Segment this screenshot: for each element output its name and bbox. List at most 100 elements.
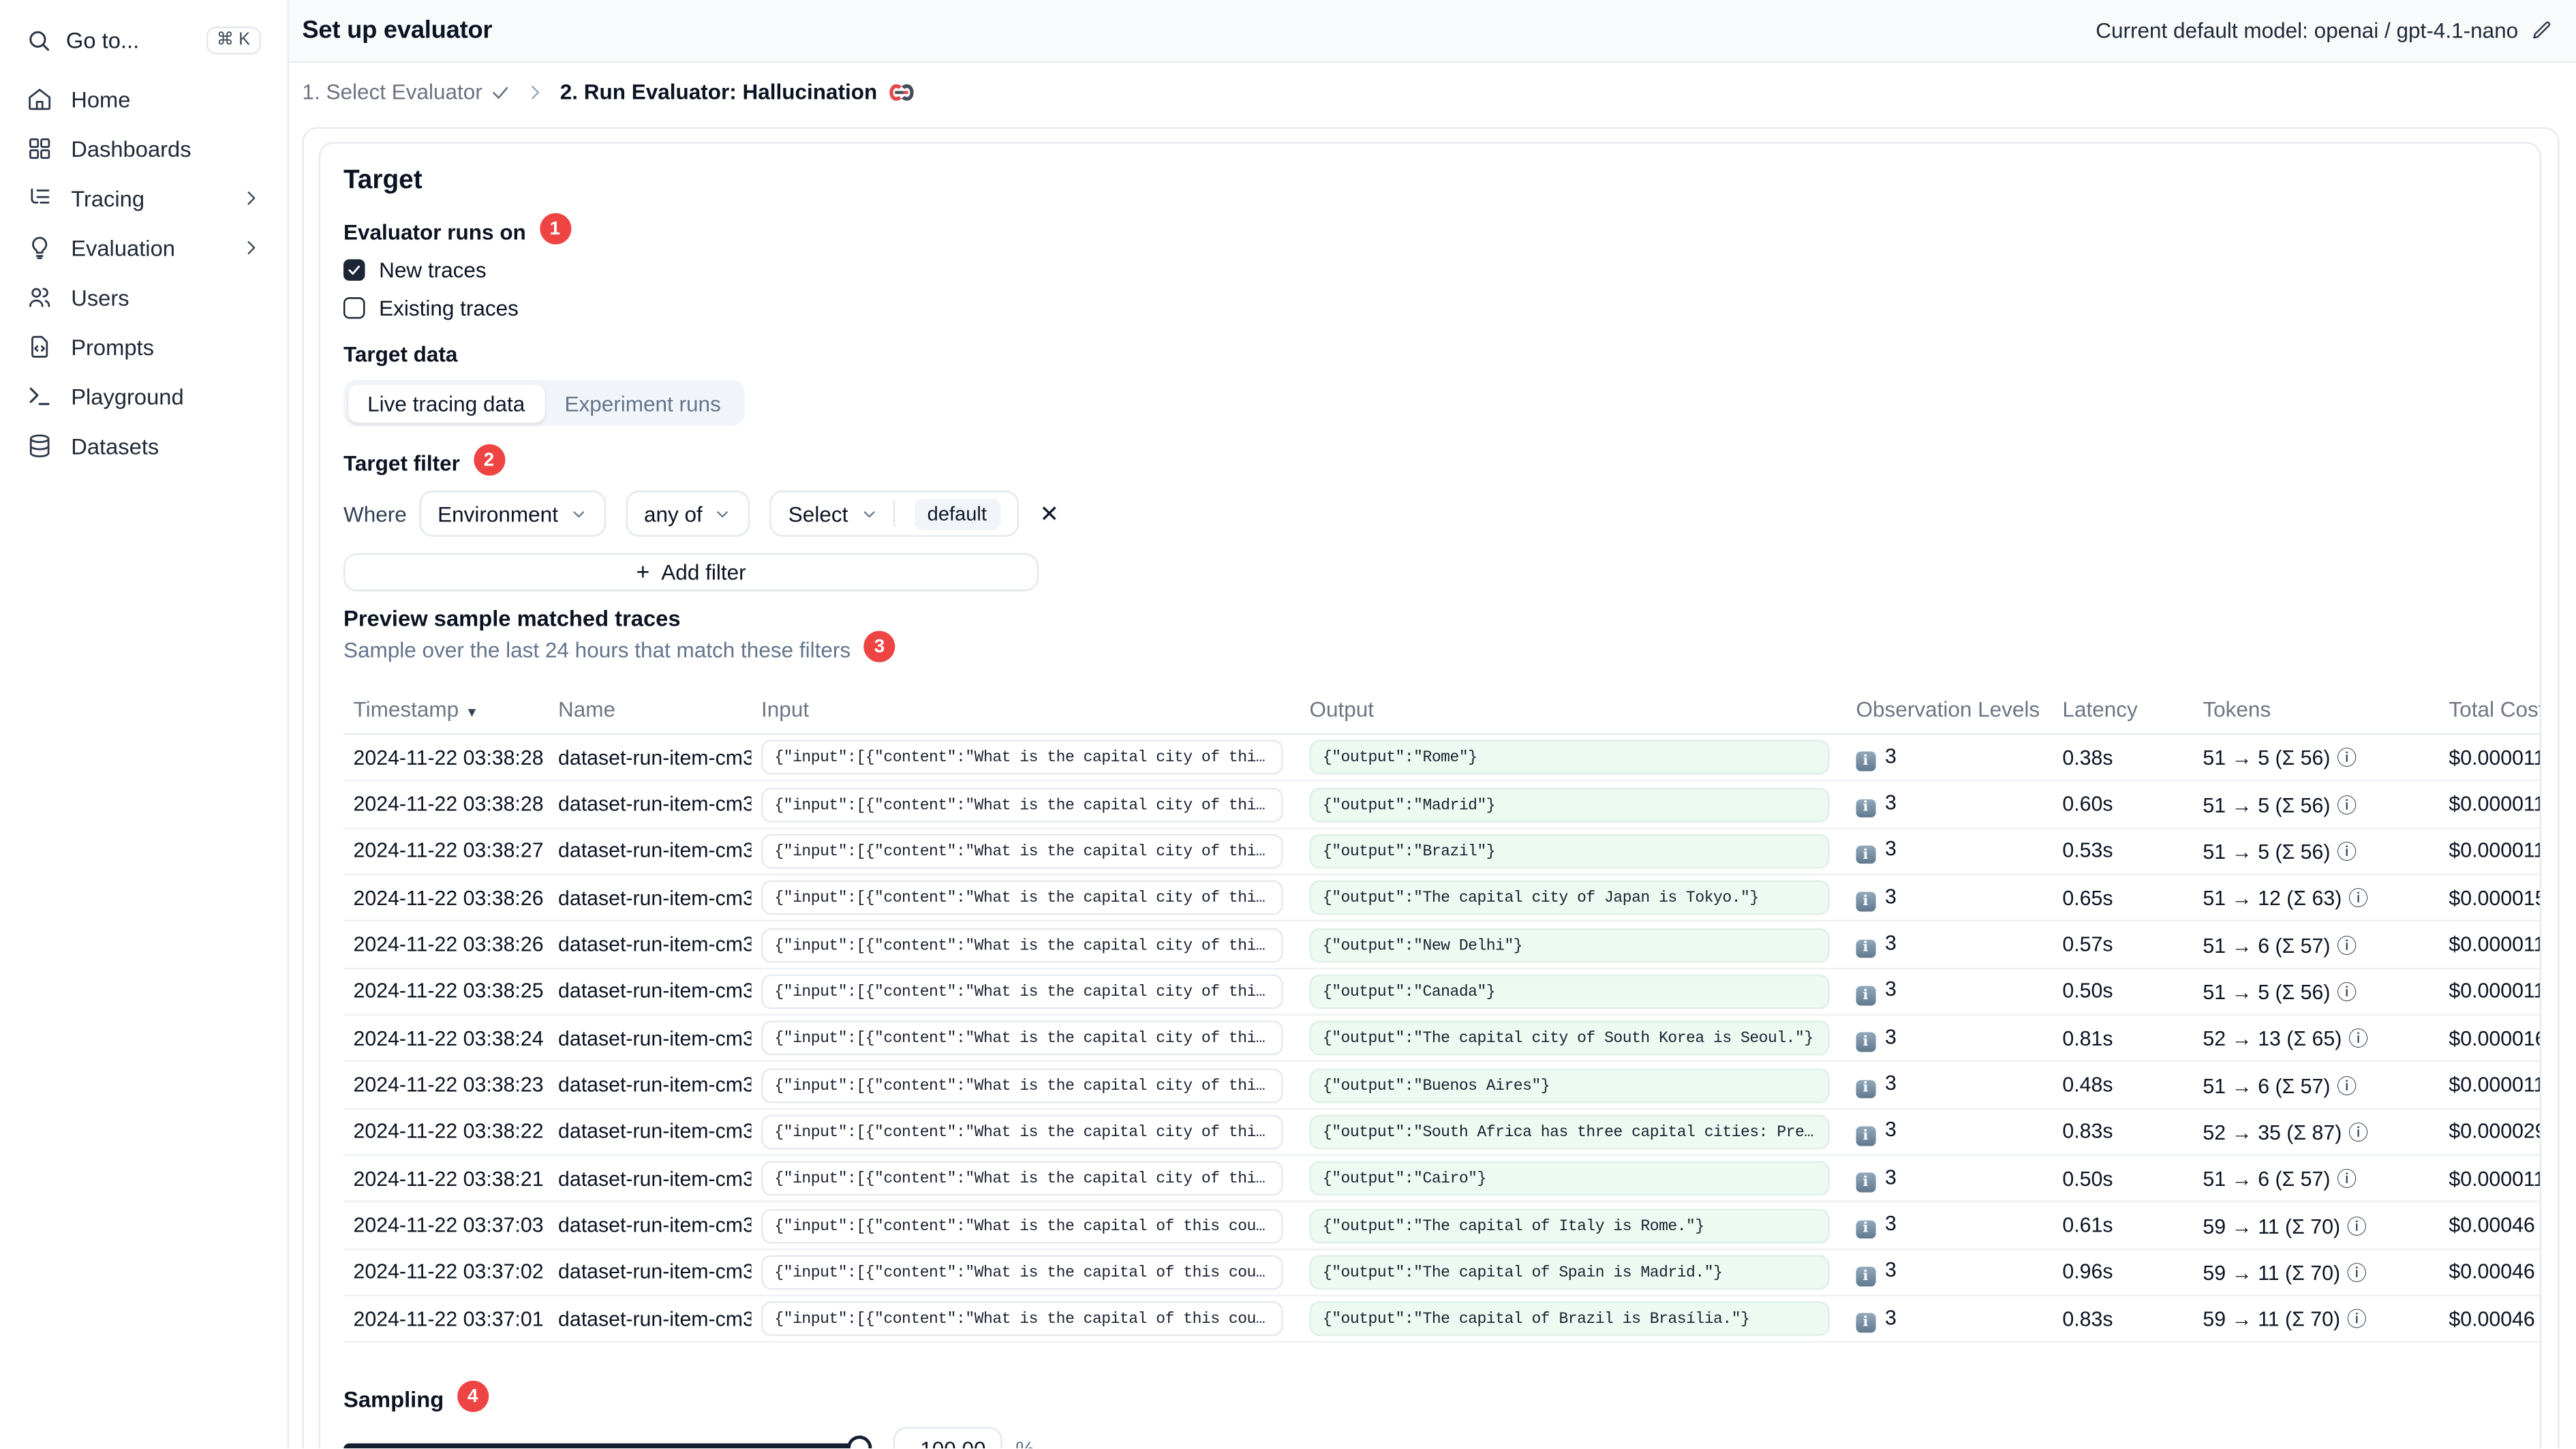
sidebar-item-dashboards[interactable]: Dashboards bbox=[0, 124, 288, 174]
cell-output[interactable]: {"output":"The capital of Spain is Madri… bbox=[1309, 1255, 1830, 1290]
cell-input[interactable]: {"input":[{"content":"What is the capita… bbox=[761, 1021, 1283, 1056]
tab-live-tracing-data[interactable]: Live tracing data bbox=[348, 384, 545, 423]
add-filter-button[interactable]: + Add filter bbox=[343, 553, 1039, 592]
cell-output[interactable]: {"output":"The capital city of Japan is … bbox=[1309, 880, 1830, 915]
col-header-timestamp[interactable]: Timestamp ▼ bbox=[343, 696, 548, 720]
cell-input[interactable]: {"input":[{"content":"What is the capita… bbox=[761, 880, 1283, 915]
col-header-latency: Latency bbox=[2062, 696, 2138, 721]
cell-timestamp: 2024-11-22 03:38:21 bbox=[353, 1167, 544, 1191]
cell-input[interactable]: {"input":[{"content":"What is the capita… bbox=[761, 1114, 1283, 1150]
cell-tokens: 52 → 35 (Σ 87) ⓘ bbox=[2203, 1121, 2369, 1145]
cell-input[interactable]: {"input":[{"content":"What is the capita… bbox=[761, 1161, 1283, 1196]
cell-input[interactable]: {"input":[{"content":"What is the capita… bbox=[761, 1067, 1283, 1103]
cell-name: dataset-run-item-cm3s4 bbox=[558, 1026, 752, 1050]
cell-output[interactable]: {"output":"Cairo"} bbox=[1309, 1161, 1830, 1196]
cell-input[interactable]: {"input":[{"content":"What is the capita… bbox=[761, 1302, 1283, 1337]
evaluator-runs-on-label: Evaluator runs on bbox=[343, 219, 526, 244]
cell-output[interactable]: {"output":"Canada"} bbox=[1309, 974, 1830, 1009]
ragas-logo-icon bbox=[889, 82, 915, 102]
evaluator-form-card: Target Evaluator runs on 1 New traces Ex… bbox=[302, 127, 2560, 1449]
sidebar-item-evaluation[interactable]: Evaluation bbox=[0, 223, 288, 273]
cell-input[interactable]: {"input":[{"content":"What is the capita… bbox=[761, 834, 1283, 869]
cell-input[interactable]: {"input":[{"content":"What is the capita… bbox=[761, 927, 1283, 962]
cell-timestamp: 2024-11-22 03:38:23 bbox=[353, 1073, 544, 1097]
cell-output[interactable]: {"output":"Brazil"} bbox=[1309, 834, 1830, 869]
cell-timestamp: 2024-11-22 03:38:27 bbox=[353, 839, 544, 863]
info-circle-icon: ⓘ bbox=[2348, 1121, 2369, 1145]
table-row[interactable]: 2024-11-22 03:38:26 dataset-run-item-cm3… bbox=[343, 922, 2540, 969]
breadcrumb-step1[interactable]: 1. Select Evaluator bbox=[302, 79, 510, 104]
cell-latency: 0.53s bbox=[2062, 839, 2113, 863]
table-row[interactable]: 2024-11-22 03:38:22 dataset-run-item-cm3… bbox=[343, 1110, 2540, 1157]
table-row[interactable]: 2024-11-22 03:38:26 dataset-run-item-cm3… bbox=[343, 875, 2540, 922]
sidebar-item-label: Evaluation bbox=[71, 235, 175, 260]
filter-column-select[interactable]: Environment bbox=[419, 490, 607, 537]
default-model-indicator: Current default model: openai / gpt-4.1-… bbox=[2096, 18, 2553, 43]
table-row[interactable]: 2024-11-22 03:37:01 dataset-run-item-cm3… bbox=[343, 1296, 2540, 1344]
annotation-badge-1: 1 bbox=[539, 213, 571, 245]
cell-input[interactable]: {"input":[{"content":"What is the capita… bbox=[761, 1208, 1283, 1243]
chevron-separator-icon bbox=[525, 82, 545, 102]
cell-output[interactable]: {"output":"The capital of Italy is Rome.… bbox=[1309, 1208, 1830, 1243]
goto-label: Go to... bbox=[65, 27, 140, 52]
table-row[interactable]: 2024-11-22 03:38:23 dataset-run-item-cm3… bbox=[343, 1063, 2540, 1110]
sidebar-item-tracing[interactable]: Tracing bbox=[0, 173, 288, 223]
filter-value-select[interactable]: Select default bbox=[770, 490, 1019, 537]
target-filter-label: Target filter bbox=[343, 450, 460, 475]
table-row[interactable]: 2024-11-22 03:38:28 dataset-run-item-cm3… bbox=[343, 782, 2542, 829]
remove-filter-button[interactable]: ✕ bbox=[1040, 502, 1059, 525]
cell-output[interactable]: {"output":"The capital city of South Kor… bbox=[1309, 1021, 1830, 1056]
cell-timestamp: 2024-11-22 03:38:22 bbox=[353, 1120, 544, 1144]
tab-experiment-runs[interactable]: Experiment runs bbox=[545, 384, 741, 422]
cell-tokens: 52 → 13 (Σ 65) ⓘ bbox=[2203, 1027, 2369, 1051]
pencil-icon[interactable] bbox=[2532, 20, 2554, 42]
table-row[interactable]: 2024-11-22 03:38:21 dataset-run-item-cm3… bbox=[343, 1156, 2540, 1204]
cell-tokens: 51 → 5 (Σ 56) ⓘ bbox=[2203, 840, 2357, 864]
table-row[interactable]: 2024-11-22 03:37:03 dataset-run-item-cm3… bbox=[343, 1203, 2540, 1250]
cell-name: dataset-run-item-cm3s4 bbox=[558, 839, 752, 863]
database-icon bbox=[27, 433, 53, 459]
table-row[interactable]: 2024-11-22 03:38:28 dataset-run-item-cm3… bbox=[343, 735, 2540, 782]
cell-name: dataset-run-item-cm3s4 bbox=[558, 746, 752, 769]
cell-output[interactable]: {"output":"The capital of Brazil is Bras… bbox=[1309, 1302, 1830, 1337]
cell-latency: 0.50s bbox=[2062, 979, 2113, 1003]
table-row[interactable]: 2024-11-22 03:38:25 dataset-run-item-cm3… bbox=[343, 969, 2540, 1016]
cell-input[interactable]: {"input":[{"content":"What is the capita… bbox=[761, 787, 1283, 822]
table-row[interactable]: 2024-11-22 03:38:27 dataset-run-item-cm3… bbox=[343, 829, 2540, 876]
goto-search[interactable]: Go to... ⌘ K bbox=[15, 16, 273, 63]
cell-observation-levels: i3 bbox=[1846, 1259, 2053, 1286]
home-icon bbox=[27, 86, 53, 112]
new-traces-checkbox[interactable] bbox=[343, 260, 365, 281]
cell-output[interactable]: {"output":"New Delhi"} bbox=[1309, 927, 1830, 962]
sampling-value-input[interactable] bbox=[893, 1427, 1002, 1449]
slider-thumb[interactable] bbox=[846, 1436, 872, 1449]
where-label: Where bbox=[343, 501, 407, 526]
filter-operator-select[interactable]: any of bbox=[626, 490, 751, 537]
cell-input[interactable]: {"input":[{"content":"What is the capita… bbox=[761, 739, 1283, 775]
checkbox-row-new-traces: New traces bbox=[343, 258, 2540, 282]
cell-total-cost: $0.000011 ( bbox=[2449, 793, 2542, 817]
cell-latency: 0.83s bbox=[2062, 1120, 2113, 1144]
cell-timestamp: 2024-11-22 03:38:28 bbox=[353, 793, 544, 817]
cell-output[interactable]: {"output":"Madrid"} bbox=[1309, 787, 1830, 822]
cell-input[interactable]: {"input":[{"content":"What is the capita… bbox=[761, 974, 1283, 1009]
cell-name: dataset-run-item-cm3s4 bbox=[558, 886, 752, 910]
cell-output[interactable]: {"output":"Rome"} bbox=[1309, 739, 1830, 775]
existing-traces-checkbox[interactable] bbox=[343, 297, 365, 319]
cell-output[interactable]: {"output":"South Africa has three capita… bbox=[1309, 1114, 1830, 1150]
cell-observation-levels: i3 bbox=[1846, 885, 2053, 912]
info-square-icon: i bbox=[1856, 986, 1875, 1005]
table-row[interactable]: 2024-11-22 03:37:02 dataset-run-item-cm3… bbox=[343, 1250, 2540, 1297]
cell-output[interactable]: {"output":"Buenos Aires"} bbox=[1309, 1067, 1830, 1103]
chevron-down-icon bbox=[714, 504, 733, 523]
table-row[interactable]: 2024-11-22 03:38:24 dataset-run-item-cm3… bbox=[343, 1016, 2540, 1063]
sidebar-item-users[interactable]: Users bbox=[0, 273, 288, 322]
sidebar-item-datasets[interactable]: Datasets bbox=[0, 421, 288, 471]
sidebar-item-playground[interactable]: Playground bbox=[0, 371, 288, 421]
col-header-output: Output bbox=[1309, 696, 1375, 721]
col-header-name: Name bbox=[558, 696, 616, 721]
sidebar-item-prompts[interactable]: Prompts bbox=[0, 322, 288, 372]
sidebar-item-home[interactable]: Home bbox=[0, 74, 288, 124]
sampling-slider[interactable] bbox=[343, 1436, 872, 1449]
cell-input[interactable]: {"input":[{"content":"What is the capita… bbox=[761, 1255, 1283, 1290]
